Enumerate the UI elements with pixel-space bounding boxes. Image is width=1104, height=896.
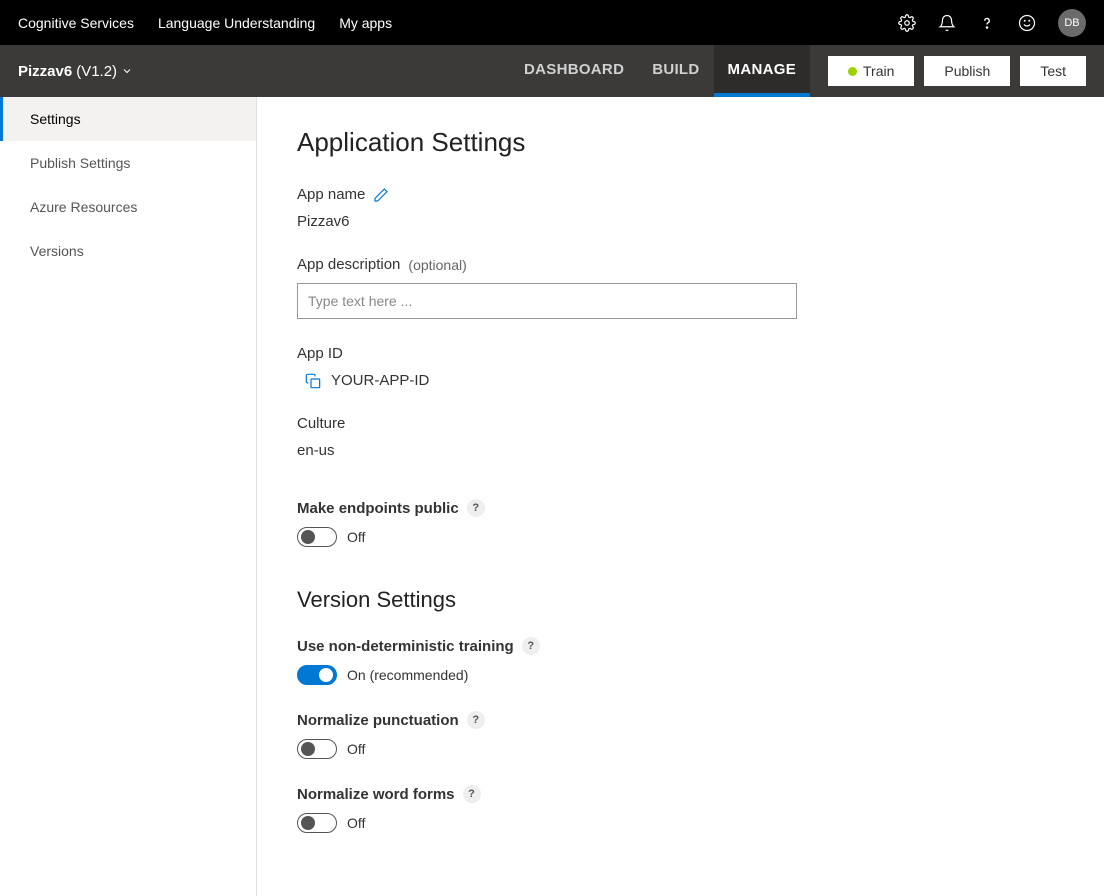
copy-icon[interactable] [305,373,321,389]
top-link-cognitive-services[interactable]: Cognitive Services [18,15,134,31]
feedback-smile-icon[interactable] [1018,14,1036,32]
normalize-wordforms-label: Normalize word forms [297,786,455,803]
app-id-value: YOUR-APP-ID [331,372,429,389]
app-name-value: Pizzav6 [297,213,1064,230]
app-desc-optional-hint: (optional) [408,257,466,273]
pencil-icon[interactable] [373,187,389,203]
culture-value: en-us [297,442,1064,459]
normalize-punct-toggle[interactable] [297,739,337,759]
help-badge-icon[interactable]: ? [467,499,485,517]
sidebar-item-azure-resources[interactable]: Azure Resources [0,185,256,229]
normalize-wordforms-state: Off [347,815,365,831]
help-badge-icon[interactable]: ? [467,711,485,729]
app-desc-field-label: App description [297,256,400,273]
app-name-field-label: App name [297,186,365,203]
normalize-wordforms-toggle[interactable] [297,813,337,833]
sidebar-item-versions[interactable]: Versions [0,229,256,273]
app-version-label: (V1.2) [76,63,117,80]
endpoints-public-toggle[interactable] [297,527,337,547]
gear-icon[interactable] [898,14,916,32]
top-link-language-understanding[interactable]: Language Understanding [158,15,315,31]
nondet-training-toggle[interactable] [297,665,337,685]
help-icon[interactable] [978,14,996,32]
test-button[interactable]: Test [1020,56,1086,86]
sidebar: Settings Publish Settings Azure Resource… [0,97,257,896]
app-version-selector[interactable]: Pizzav6 (V1.2) [18,63,133,80]
chevron-down-icon [121,65,133,77]
page-title: Application Settings [297,127,1064,158]
train-button-label: Train [863,63,894,79]
top-link-my-apps[interactable]: My apps [339,15,392,31]
tab-dashboard[interactable]: DASHBOARD [510,45,638,97]
user-avatar[interactable]: DB [1058,9,1086,37]
bell-icon[interactable] [938,14,956,32]
help-badge-icon[interactable]: ? [522,637,540,655]
normalize-punct-label: Normalize punctuation [297,712,459,729]
app-name-label: Pizzav6 [18,63,72,80]
tab-build[interactable]: BUILD [638,45,713,97]
train-status-dot-icon [848,67,857,76]
sidebar-item-settings[interactable]: Settings [0,97,256,141]
app-description-input[interactable] [297,283,797,319]
version-settings-heading: Version Settings [297,587,1064,613]
endpoints-public-state: Off [347,529,365,545]
train-button[interactable]: Train [828,56,914,86]
sidebar-item-publish-settings[interactable]: Publish Settings [0,141,256,185]
help-badge-icon[interactable]: ? [463,785,481,803]
tab-manage[interactable]: MANAGE [714,45,810,97]
nondet-training-label: Use non-deterministic training [297,638,514,655]
normalize-punct-state: Off [347,741,365,757]
culture-field-label: Culture [297,415,345,432]
nondet-training-state: On (recommended) [347,667,468,683]
endpoints-public-label: Make endpoints public [297,500,459,517]
publish-button[interactable]: Publish [924,56,1010,86]
app-id-field-label: App ID [297,345,343,362]
